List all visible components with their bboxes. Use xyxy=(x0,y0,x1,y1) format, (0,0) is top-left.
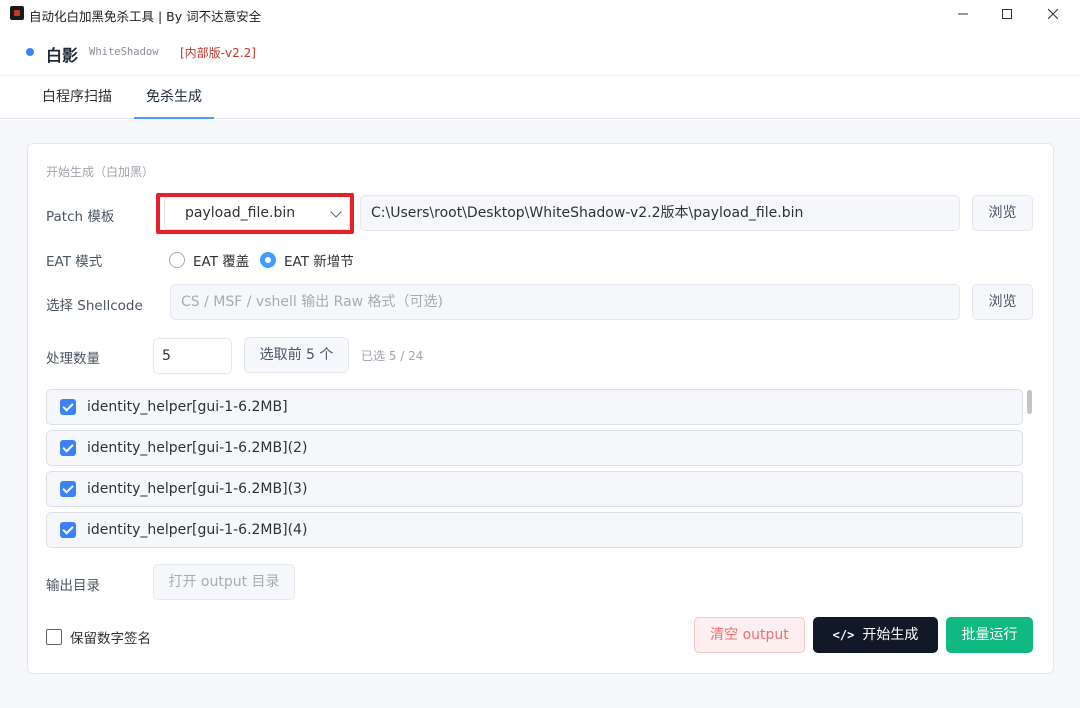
generate-label: 开始生成 xyxy=(862,627,919,643)
patch-template-label: Patch 模板 xyxy=(46,209,115,225)
code-icon: </> xyxy=(832,628,855,642)
shellcode-input[interactable]: CS / MSF / vshell 输出 Raw 格式（可选) xyxy=(170,284,960,320)
checkbox-checked-icon[interactable] xyxy=(60,522,76,538)
keep-signature-checkbox[interactable]: 保留数字签名 xyxy=(46,627,151,647)
list-item-label: identity_helper[gui-1-6.2MB](2) xyxy=(87,440,308,456)
checkbox-checked-icon[interactable] xyxy=(60,481,76,497)
patch-template-value: payload_file.bin xyxy=(185,205,296,221)
maximize-icon xyxy=(1002,9,1012,19)
brand-subtitle: WhiteShadow xyxy=(89,46,159,58)
maximize-button[interactable] xyxy=(984,0,1030,28)
list-item[interactable]: identity_helper[gui-1-6.2MB](2) xyxy=(46,430,1023,466)
radio-label: EAT 覆盖 xyxy=(193,254,250,270)
radio-unchecked-icon xyxy=(169,252,185,268)
list-item-label: identity_helper[gui-1-6.2MB](3) xyxy=(87,481,308,497)
output-dir-label: 输出目录 xyxy=(46,578,100,594)
eat-overwrite-radio[interactable]: EAT 覆盖 xyxy=(169,250,249,270)
selected-count-text: 已选 5 / 24 xyxy=(361,349,424,363)
close-button[interactable] xyxy=(1030,0,1076,28)
close-icon xyxy=(1048,9,1058,19)
brand-header: 白影 WhiteShadow [内部版-v2.2] xyxy=(0,28,1080,76)
tab-label: 免杀生成 xyxy=(146,89,202,105)
minimize-button[interactable] xyxy=(940,0,986,28)
radio-label: EAT 新增节 xyxy=(284,254,354,270)
clear-output-button[interactable]: 清空 output xyxy=(694,617,805,653)
title-bar: 自动化白加黑免杀工具 | By 词不达意安全 xyxy=(0,0,1080,28)
eat-mode-label: EAT 模式 xyxy=(46,254,103,270)
active-tab-indicator xyxy=(134,117,214,119)
minimize-icon xyxy=(958,13,968,15)
browse-shellcode-button[interactable]: 浏览 xyxy=(972,284,1033,320)
chevron-down-icon xyxy=(330,206,342,218)
version-badge: [内部版-v2.2] xyxy=(180,46,256,60)
batch-run-button[interactable]: 批量运行 xyxy=(946,617,1033,653)
browse-patch-button[interactable]: 浏览 xyxy=(972,195,1033,231)
program-list: identity_helper[gui-1-6.2MB] identity_he… xyxy=(46,388,1024,548)
tab-label: 白程序扫描 xyxy=(42,89,112,105)
patch-path-field[interactable]: C:\Users\root\Desktop\WhiteShadow-v2.2版本… xyxy=(360,195,960,231)
start-generate-button[interactable]: </> 开始生成 xyxy=(813,617,938,653)
list-scrollbar[interactable] xyxy=(1027,390,1032,414)
count-input[interactable]: 5 xyxy=(153,338,232,374)
list-item-label: identity_helper[gui-1-6.2MB] xyxy=(87,399,288,415)
keep-signature-label: 保留数字签名 xyxy=(70,631,151,647)
select-first-button[interactable]: 选取前 5 个 xyxy=(244,337,349,373)
list-item-label: identity_helper[gui-1-6.2MB](4) xyxy=(87,522,308,538)
list-item[interactable]: identity_helper[gui-1-6.2MB](3) xyxy=(46,471,1023,507)
shellcode-label: 选择 Shellcode xyxy=(46,298,143,314)
status-dot-icon xyxy=(26,48,34,56)
open-output-button[interactable]: 打开 output 目录 xyxy=(153,564,295,600)
app-icon xyxy=(10,6,24,20)
count-label: 处理数量 xyxy=(46,351,100,367)
list-item[interactable]: identity_helper[gui-1-6.2MB] xyxy=(46,389,1023,425)
eat-new-section-radio[interactable]: EAT 新增节 xyxy=(260,250,354,270)
section-title: 开始生成（白加黑） xyxy=(46,165,155,179)
patch-template-select[interactable]: payload_file.bin xyxy=(164,196,350,230)
radio-checked-icon xyxy=(260,252,276,268)
checkbox-checked-icon[interactable] xyxy=(60,440,76,456)
checkbox-unchecked-icon xyxy=(46,629,62,645)
checkbox-checked-icon[interactable] xyxy=(60,399,76,415)
tab-evasion-generate[interactable]: 免杀生成 xyxy=(134,77,214,119)
tab-bar: 白程序扫描 免杀生成 xyxy=(0,77,1080,119)
tab-whitelist-scan[interactable]: 白程序扫描 xyxy=(30,77,124,119)
list-item[interactable]: identity_helper[gui-1-6.2MB](4) xyxy=(46,512,1023,548)
brand-name: 白影 xyxy=(46,46,79,65)
window-title: 自动化白加黑免杀工具 | By 词不达意安全 xyxy=(29,9,262,24)
